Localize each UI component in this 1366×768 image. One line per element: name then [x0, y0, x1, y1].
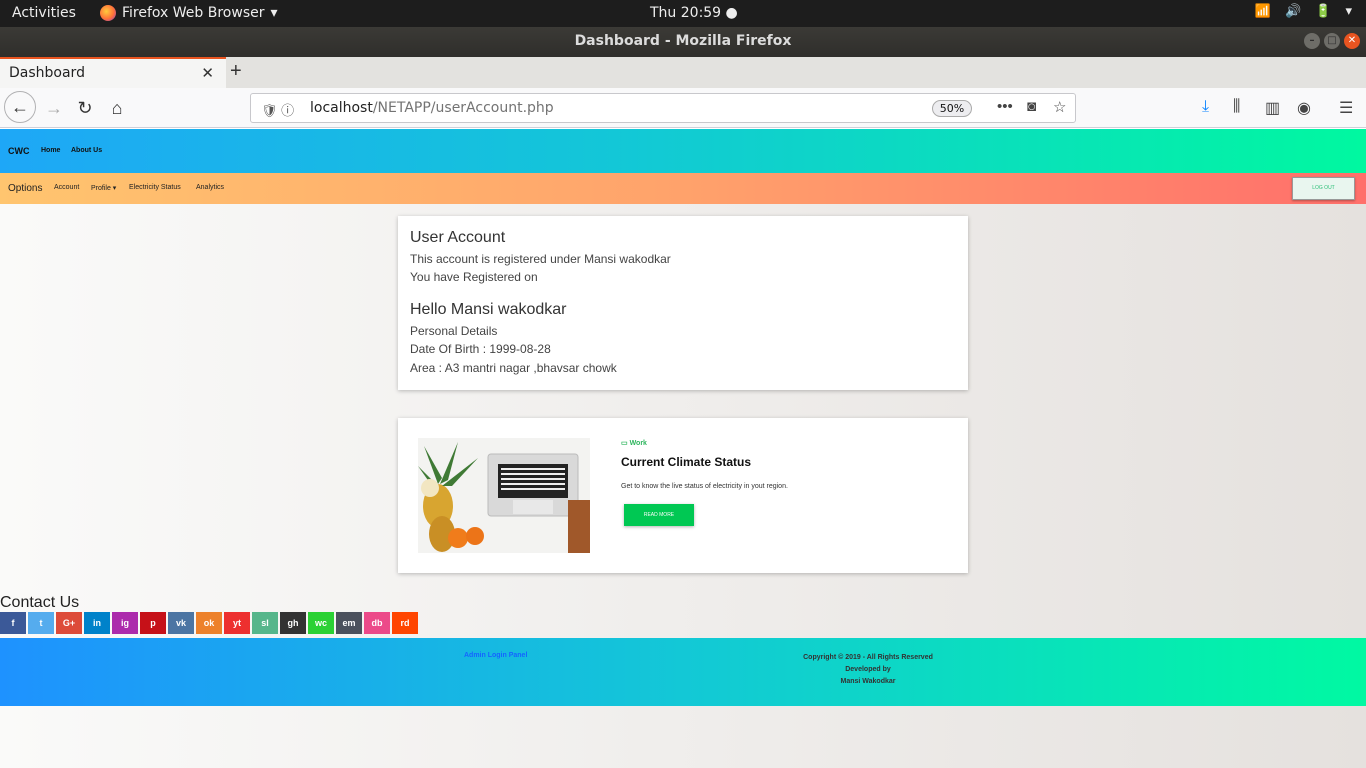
social-em-icon[interactable]: em [336, 612, 362, 634]
battery-icon: 🔋 [1315, 4, 1332, 19]
sidebar-icon[interactable]: ▥ [1265, 98, 1280, 118]
social-ig-icon[interactable]: ig [112, 612, 138, 634]
home-button[interactable]: ⌂ [103, 94, 131, 122]
social-rd-icon[interactable]: rd [392, 612, 418, 634]
dob-text: Date Of Birth : 1999-08-28 [410, 342, 551, 356]
monitor-icon: ▭ [621, 440, 628, 447]
climate-card-title: Current Climate Status [621, 455, 752, 469]
option-analytics[interactable]: Analytics [196, 184, 224, 191]
close-tab-icon[interactable]: ✕ [201, 64, 214, 82]
system-tray[interactable]: 📶 🔊 🔋 ▾ [1255, 4, 1352, 19]
clock-label: Thu 20:59 [650, 5, 722, 21]
social-vk-icon[interactable]: vk [168, 612, 194, 634]
developer-name: Mansi Wakodkar [840, 678, 896, 685]
nav-home[interactable]: Home [41, 147, 60, 154]
library-icon[interactable]: ⫼ [1233, 98, 1240, 116]
personal-details-label: Personal Details [410, 324, 498, 338]
social-t-icon[interactable]: t [28, 612, 54, 634]
volume-icon: 🔊 [1285, 4, 1302, 19]
reload-button[interactable]: ↻ [71, 94, 99, 122]
app-menu-label: Firefox Web Browser [122, 5, 265, 21]
area-text: Area : A3 mantri nagar ,bhavsar chowk [410, 361, 617, 375]
option-electricity-status[interactable]: Electricity Status [129, 184, 181, 191]
developed-by-text: Developed by [845, 666, 891, 673]
copyright-text: Copyright © 2019 - All Rights Reserved [803, 654, 933, 661]
firefox-icon [100, 5, 116, 21]
nav-about-us[interactable]: About Us [71, 147, 102, 154]
option-profile[interactable]: Profile ▾ [91, 184, 116, 192]
url-text[interactable]: localhost/NETAPP/userAccount.php [310, 100, 554, 116]
user-account-card: User Account This account is registered … [398, 216, 968, 390]
user-account-title: User Account [410, 229, 506, 246]
social-ok-icon[interactable]: ok [196, 612, 222, 634]
logout-button[interactable]: LOG OUT [1292, 177, 1355, 200]
chevron-down-icon: ▾ [1345, 4, 1352, 19]
site-footer: Admin Login Panel Copyright © 2019 - All… [0, 638, 1366, 706]
climate-card-description: Get to know the live status of electrici… [621, 483, 788, 490]
social-G+-icon[interactable]: G+ [56, 612, 82, 634]
page-actions-icon[interactable]: ••• [997, 98, 1013, 115]
url-host: localhost [310, 100, 373, 116]
site-brand[interactable]: CWC [8, 146, 30, 156]
options-bar: Options Account Profile ▾ Electricity St… [0, 173, 1366, 204]
social-in-icon[interactable]: in [84, 612, 110, 634]
social-yt-icon[interactable]: yt [224, 612, 250, 634]
tab-strip: Dashboard ✕ + [0, 57, 1366, 88]
navigation-toolbar: ← → ↻ ⌂ 🛡 ⓘ localhost/NETAPP/userAccount… [0, 88, 1366, 128]
pocket-icon[interactable]: ◙ [1027, 98, 1036, 115]
copyright-block: Copyright © 2019 - All Rights Reserved D… [740, 652, 996, 688]
forward-button[interactable]: → [40, 94, 68, 122]
hamburger-menu-icon[interactable]: ☰ [1339, 98, 1353, 118]
climate-status-card: ▭ Work Current Climate Status Get to kno… [398, 418, 968, 573]
options-label: Options [8, 183, 43, 194]
downloads-icon[interactable]: ⤓ [1202, 98, 1209, 116]
new-tab-button[interactable]: + [230, 60, 242, 83]
chevron-down-icon: ▾ [270, 5, 278, 21]
window-title: Dashboard - Mozilla Firefox [574, 33, 792, 49]
close-window-button[interactable]: ✕ [1344, 33, 1360, 49]
registered-on-text: You have Registered on [410, 270, 538, 284]
tab-title: Dashboard [9, 65, 85, 81]
read-more-button[interactable]: READ MORE [624, 504, 694, 526]
activities-button[interactable]: Activities [12, 5, 76, 21]
option-account[interactable]: Account [54, 184, 79, 191]
bookmark-star-icon[interactable]: ☆ [1053, 98, 1066, 116]
category-text: Work [629, 440, 647, 447]
system-top-bar: Activities Firefox Web Browser ▾ Thu 20:… [0, 0, 1366, 27]
site-info-icon[interactable]: 🛡 ⓘ [261, 100, 294, 119]
wifi-icon: 📶 [1254, 4, 1272, 19]
minimize-button[interactable]: – [1304, 33, 1320, 49]
workspace-image [418, 438, 590, 553]
admin-login-link[interactable]: Admin Login Panel [464, 652, 527, 659]
address-bar[interactable]: 🛡 ⓘ localhost/NETAPP/userAccount.php 50%… [250, 93, 1076, 123]
contact-us-title: Contact Us [0, 594, 80, 611]
site-header: CWC Home About Us [0, 129, 1366, 173]
social-wc-icon[interactable]: wc [308, 612, 334, 634]
zoom-indicator[interactable]: 50% [932, 100, 972, 117]
social-f-icon[interactable]: f [0, 612, 26, 634]
account-icon[interactable]: ◉ [1297, 98, 1311, 118]
url-path: /NETAPP/userAccount.php [372, 100, 554, 116]
window-title-bar: Dashboard - Mozilla Firefox – □ ✕ [0, 27, 1366, 57]
maximize-button[interactable]: □ [1324, 33, 1340, 49]
clock[interactable]: Thu 20:59 ● [650, 5, 738, 21]
app-menu[interactable]: Firefox Web Browser ▾ [100, 5, 278, 21]
social-sl-icon[interactable]: sl [252, 612, 278, 634]
registered-under-text: This account is registered under Mansi w… [410, 252, 671, 266]
category-label: ▭ Work [621, 439, 647, 447]
social-buttons: f t G+ in ig p vk ok yt sl gh wc em db rd [0, 612, 418, 634]
social-p-icon[interactable]: p [140, 612, 166, 634]
hello-heading: Hello Mansi wakodkar [410, 301, 567, 318]
back-button[interactable]: ← [4, 91, 36, 123]
social-gh-icon[interactable]: gh [280, 612, 306, 634]
social-db-icon[interactable]: db [364, 612, 390, 634]
page-content: User Account This account is registered … [0, 204, 1366, 768]
tab-dashboard[interactable]: Dashboard ✕ [0, 57, 226, 88]
